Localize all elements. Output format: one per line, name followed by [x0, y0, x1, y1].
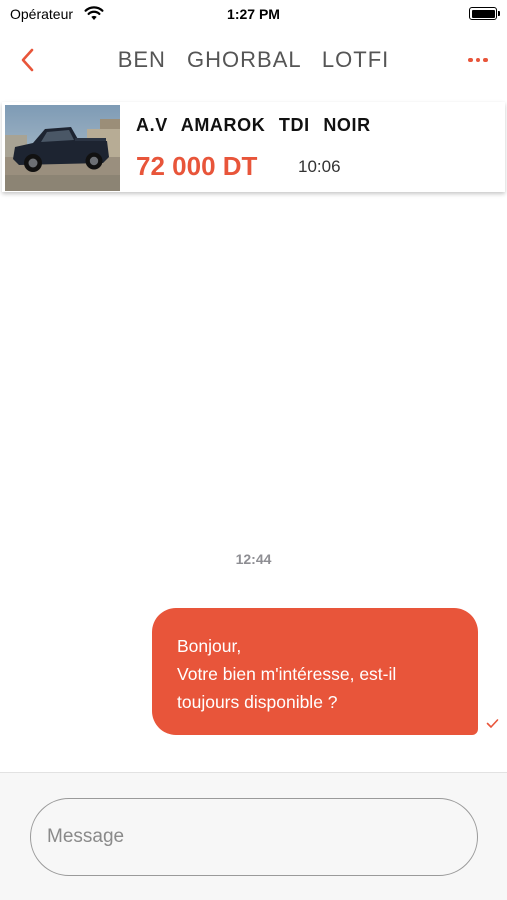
- more-options-button[interactable]: [463, 46, 493, 74]
- status-time: 1:27 PM: [227, 6, 280, 22]
- message-input[interactable]: [30, 798, 478, 876]
- listing-time: 10:06: [298, 157, 341, 176]
- ellipsis-icon: [468, 57, 473, 63]
- checkmark-icon: [486, 716, 499, 734]
- ellipsis-icon: [483, 57, 488, 63]
- battery-icon: [469, 7, 500, 20]
- listing-card[interactable]: A.V AMAROK TDI NOIR 72 000 DT 10:06: [2, 102, 505, 192]
- ellipsis-icon: [475, 57, 481, 63]
- car-photo: [5, 105, 120, 191]
- message-line: Bonjour,: [177, 636, 242, 656]
- nav-bar: BEN GHORBAL LOTFI: [0, 28, 507, 92]
- message-composer: [0, 772, 507, 900]
- message-line: Votre bien m'intéresse, est-il: [177, 664, 397, 684]
- battery-level: [471, 9, 495, 18]
- battery-cap: [498, 11, 500, 16]
- message-timestamp: 12:44: [235, 551, 272, 567]
- status-bar: Opérateur 1:27 PM: [0, 0, 507, 28]
- contact-name-title: BEN GHORBAL LOTFI: [117, 47, 390, 72]
- message-line: toujours disponible ?: [177, 692, 338, 712]
- listing-price: 72 000 DT: [136, 151, 258, 181]
- listing-title: A.V AMAROK TDI NOIR: [136, 115, 371, 135]
- outgoing-message-bubble[interactable]: Bonjour, Votre bien m'intéresse, est-il …: [152, 608, 478, 735]
